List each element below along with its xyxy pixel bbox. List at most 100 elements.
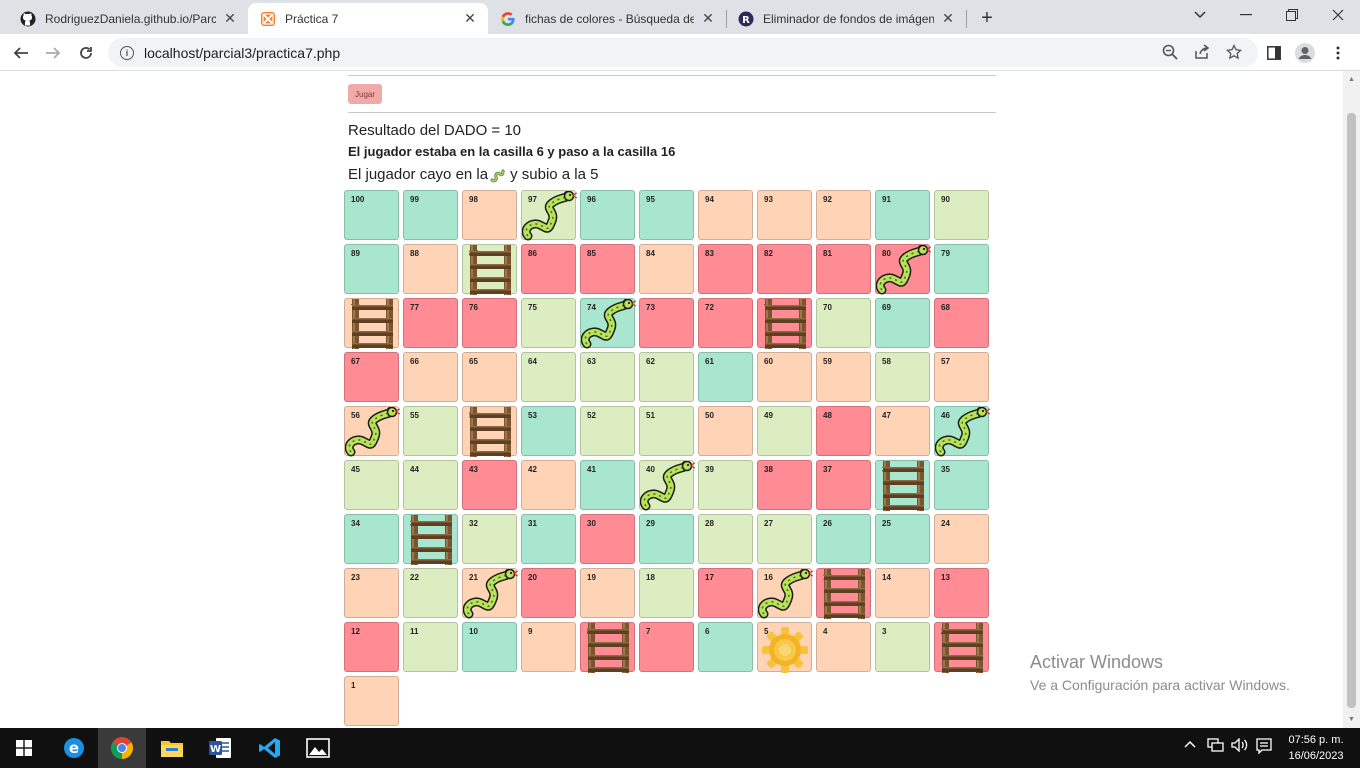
tab-practica7[interactable]: Práctica 7 ✕ (248, 3, 488, 34)
cell-number: 84 (646, 249, 655, 258)
cell-number: 75 (528, 303, 537, 312)
edge-icon[interactable]: e (50, 728, 98, 768)
cell-number: 4 (823, 627, 828, 636)
board-cell: 9 (521, 622, 576, 672)
board-cell: 65 (462, 352, 517, 402)
site-info-icon[interactable]: i (120, 45, 134, 60)
browser-window: RodriguezDaniela.github.io/Parcia ✕ Prác… (0, 0, 1360, 728)
board-cell: 67 (344, 352, 399, 402)
taskbar-clock[interactable]: 07:56 p. m. 16/06/2023 (1280, 732, 1352, 764)
address-bar[interactable]: i localhost/parcial3/practica7.php (108, 38, 1258, 67)
board-cell: 13 (934, 568, 989, 618)
scrollbar-thumb[interactable] (1347, 113, 1356, 708)
word-icon[interactable]: W (196, 728, 244, 768)
board-cell: 21 (462, 568, 518, 619)
new-tab-button[interactable]: + (976, 7, 998, 29)
cell-number: 65 (469, 357, 478, 366)
board-cell: 46 (934, 406, 990, 457)
cell-number: 59 (823, 357, 832, 366)
board-cell: 86 (521, 244, 576, 294)
svg-text:W: W (210, 744, 221, 755)
board-cell: 88 (403, 244, 458, 294)
tab-github[interactable]: RodriguezDaniela.github.io/Parcia ✕ (8, 3, 248, 34)
board-cell: 98 (462, 190, 517, 240)
board-cell: 52 (580, 406, 635, 456)
dice-result: Resultado del DADO = 10 (348, 122, 522, 139)
board-cell: 96 (580, 190, 635, 240)
board-cell: 5 (757, 622, 812, 673)
cell-number: 49 (764, 411, 773, 420)
network-icon[interactable] (1207, 738, 1225, 755)
activate-windows-title: Activar Windows (1030, 652, 1164, 672)
profile-avatar-icon[interactable] (1294, 42, 1316, 64)
url-text[interactable]: localhost/parcial3/practica7.php (144, 45, 340, 61)
side-panel-icon[interactable] (1263, 42, 1285, 64)
close-icon[interactable]: ✕ (222, 10, 238, 27)
board-cell: 94 (698, 190, 753, 240)
minimize-button[interactable] (1234, 4, 1258, 26)
tab-google-search[interactable]: fichas de colores - Búsqueda de G ✕ (488, 3, 726, 34)
scroll-up-icon[interactable]: ▲ (1347, 75, 1356, 84)
cell-number: 38 (764, 465, 773, 474)
window-close-button[interactable] (1326, 4, 1350, 26)
photos-icon[interactable] (294, 728, 342, 768)
more-menu-icon[interactable] (1327, 42, 1349, 64)
cell-number: 64 (528, 357, 537, 366)
restore-button[interactable] (1280, 4, 1304, 26)
windows-start-icon[interactable] (0, 728, 48, 768)
cell-number: 13 (941, 573, 950, 582)
volume-icon[interactable] (1231, 737, 1249, 755)
cell-number: 55 (410, 411, 419, 420)
cell-number: 12 (351, 627, 360, 636)
board-cell: 51 (639, 406, 694, 456)
notification-icon[interactable] (1256, 738, 1272, 757)
board-cell: 71 (757, 298, 812, 349)
board-cell: 31 (521, 514, 576, 564)
vscode-icon[interactable] (246, 728, 294, 768)
board-cell: 25 (875, 514, 930, 564)
board-cell: 34 (344, 514, 399, 564)
cell-number: 42 (528, 465, 537, 474)
cell-number: 76 (469, 303, 478, 312)
back-arrow-icon[interactable] (8, 40, 34, 66)
board-cell: 49 (757, 406, 812, 456)
tab-title: Eliminador de fondos de imágene (763, 11, 934, 26)
svg-text:R: R (742, 15, 750, 26)
board-cell: 19 (580, 568, 635, 618)
cell-number: 92 (823, 195, 832, 204)
board-cell: 59 (816, 352, 871, 402)
tab-remove-bg[interactable]: R Eliminador de fondos de imágene ✕ (726, 3, 966, 34)
event-text-before: El jugador cayo en la (348, 166, 489, 183)
cell-number: 61 (705, 357, 714, 366)
file-explorer-icon[interactable] (148, 728, 196, 768)
tab-search-chevron-icon[interactable] (1188, 4, 1212, 26)
cell-number: 41 (587, 465, 596, 474)
bookmark-star-icon[interactable] (1225, 43, 1243, 61)
cell-number: 58 (882, 357, 891, 366)
cell-number: 30 (587, 519, 596, 528)
board-cell: 11 (403, 622, 458, 672)
cell-number: 85 (587, 249, 596, 258)
cell-number: 44 (410, 465, 419, 474)
cell-number: 82 (764, 249, 773, 258)
board-cell: 36 (875, 460, 930, 511)
show-hidden-icons-chevron-icon[interactable] (1184, 738, 1196, 753)
forward-arrow-icon[interactable] (40, 40, 66, 66)
cell-number: 70 (823, 303, 832, 312)
vertical-scrollbar[interactable]: ▲ ▼ (1343, 71, 1360, 728)
play-button[interactable]: Jugar (348, 84, 383, 104)
windows-taskbar: e W 07:56 p. m. 16/06/2023 (0, 728, 1360, 768)
cell-number: 93 (764, 195, 773, 204)
cell-number: 57 (941, 357, 950, 366)
scroll-down-icon[interactable]: ▼ (1347, 715, 1356, 724)
close-icon[interactable]: ✕ (700, 10, 716, 27)
cell-number: 96 (587, 195, 596, 204)
chrome-icon[interactable] (98, 728, 146, 768)
snake-icon (490, 167, 508, 183)
zoom-icon[interactable] (1161, 43, 1179, 61)
close-icon[interactable]: ✕ (462, 10, 478, 27)
close-icon[interactable]: ✕ (940, 10, 956, 27)
board-cell: 77 (403, 298, 458, 348)
share-icon[interactable] (1193, 43, 1211, 61)
reload-icon[interactable] (73, 40, 99, 66)
